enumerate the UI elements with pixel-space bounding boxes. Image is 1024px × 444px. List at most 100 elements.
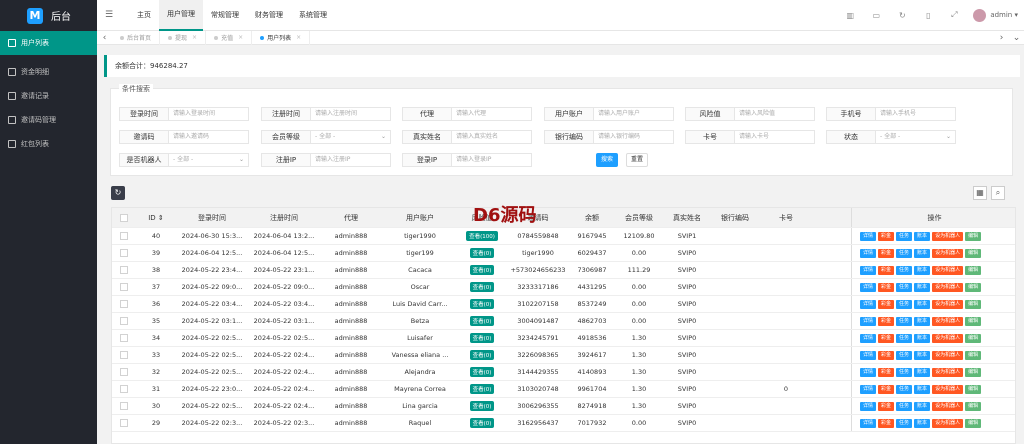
set-robot-button[interactable]: 设为机器人 [932,265,964,275]
column-header[interactable]: 真实姓名 [664,208,710,227]
task-button[interactable]: 任务 [896,384,913,394]
ledger-button[interactable]: 账本 [914,299,931,309]
detail-button[interactable]: 详情 [860,282,877,292]
search-select[interactable]: - 全部 - ⌄ [169,153,249,167]
risk-view-button[interactable]: 查看(0) [469,350,495,360]
menu-general[interactable]: 常规管理 [203,0,247,31]
menu-system[interactable]: 系统管理 [291,0,335,31]
bonus-button[interactable]: 彩金 [878,418,895,428]
edit-button[interactable]: 编辑 [965,265,982,275]
risk-view-button[interactable]: 查看(0) [469,367,495,377]
detail-button[interactable]: 详情 [860,299,877,309]
row-checkbox[interactable] [120,232,128,240]
sidebar-item-fund-details[interactable]: 资金明细 [0,60,97,84]
edit-button[interactable]: 编辑 [965,350,982,360]
ledger-button[interactable]: 账本 [914,248,931,258]
detail-button[interactable]: 详情 [860,333,877,343]
ledger-button[interactable]: 账本 [914,350,931,360]
chart-icon[interactable]: ▥ [837,11,863,20]
search-button[interactable]: 搜索 [596,153,618,167]
tab-recharge[interactable]: 充值 × [206,30,253,45]
task-button[interactable]: 任务 [896,401,913,411]
detail-button[interactable]: 详情 [860,418,877,428]
edit-button[interactable]: 编辑 [965,248,982,258]
edit-button[interactable]: 编辑 [965,316,982,326]
search-input[interactable]: 请输入邀请码 [169,130,249,144]
tabs-menu-icon[interactable]: ⌄ [1009,33,1024,43]
set-robot-button[interactable]: 设为机器人 [932,231,964,241]
search-input[interactable]: 请输入注册IP [311,153,391,167]
task-button[interactable]: 任务 [896,316,913,326]
refresh-icon[interactable]: ↻ [889,11,915,20]
task-button[interactable]: 任务 [896,282,913,292]
search-select[interactable]: - 全部 - ⌄ [311,130,391,144]
ledger-button[interactable]: 账本 [914,316,931,326]
edit-button[interactable]: 编辑 [965,299,982,309]
edit-button[interactable]: 编辑 [965,231,982,241]
set-robot-button[interactable]: 设为机器人 [932,350,964,360]
search-input[interactable]: 请输入登录时间 [169,107,249,121]
set-robot-button[interactable]: 设为机器人 [932,248,964,258]
task-button[interactable]: 任务 [896,231,913,241]
set-robot-button[interactable]: 设为机器人 [932,282,964,292]
set-robot-button[interactable]: 设为机器人 [932,418,964,428]
task-button[interactable]: 任务 [896,350,913,360]
ledger-button[interactable]: 账本 [914,282,931,292]
tab-home[interactable]: 后台首页 [112,30,161,45]
task-button[interactable]: 任务 [896,265,913,275]
columns-icon[interactable]: ▦ [973,186,987,200]
set-robot-button[interactable]: 设为机器人 [932,316,964,326]
risk-view-button[interactable]: 查看(0) [469,333,495,343]
ledger-button[interactable]: 账本 [914,265,931,275]
search-input[interactable]: 请输入用户账户 [594,107,674,121]
edit-button[interactable]: 编辑 [965,418,982,428]
risk-view-button[interactable]: 查看(0) [469,384,495,394]
bonus-button[interactable]: 彩金 [878,333,895,343]
column-header[interactable]: 卡号 [760,208,812,227]
reset-button[interactable]: 重置 [626,153,648,167]
risk-view-button[interactable]: 查看(0) [469,401,495,411]
risk-view-button[interactable]: 查看(0) [469,316,495,326]
bonus-button[interactable]: 彩金 [878,282,895,292]
row-checkbox[interactable] [120,266,128,274]
search-input[interactable]: 请输入风险值 [735,107,815,121]
row-checkbox[interactable] [120,283,128,291]
ledger-button[interactable]: 账本 [914,367,931,377]
risk-view-button[interactable]: 查看(0) [469,418,495,428]
menu-finance[interactable]: 财务管理 [247,0,291,31]
risk-view-button[interactable]: 查看(0) [469,299,495,309]
ledger-button[interactable]: 账本 [914,401,931,411]
ledger-button[interactable]: 账本 [914,418,931,428]
row-checkbox[interactable] [120,334,128,342]
edit-button[interactable]: 编辑 [965,401,982,411]
risk-view-button[interactable]: 查看(0) [469,248,495,258]
set-robot-button[interactable]: 设为机器人 [932,401,964,411]
task-button[interactable]: 任务 [896,333,913,343]
set-robot-button[interactable]: 设为机器人 [932,367,964,377]
search-select[interactable]: - 全部 - ⌄ [876,130,956,144]
fullscreen-icon[interactable]: ⤢ [941,10,967,20]
search-input[interactable]: 请输入代理 [452,107,532,121]
bonus-button[interactable]: 彩金 [878,231,895,241]
sidebar-item-user-list[interactable]: 用户列表 [0,31,97,55]
row-checkbox[interactable] [120,249,128,257]
edit-button[interactable]: 编辑 [965,282,982,292]
bonus-button[interactable]: 彩金 [878,401,895,411]
search-input[interactable]: 请输入卡号 [735,130,815,144]
detail-button[interactable]: 详情 [860,401,877,411]
tabs-right-icon[interactable]: › [994,33,1009,43]
column-header[interactable]: 代理 [320,208,382,227]
column-header[interactable]: 银行编码 [710,208,760,227]
risk-view-button[interactable]: 查看(0) [469,282,495,292]
task-button[interactable]: 任务 [896,299,913,309]
row-checkbox[interactable] [120,300,128,308]
search-icon[interactable]: ⌕ [991,186,1005,200]
set-robot-button[interactable]: 设为机器人 [932,333,964,343]
screen-icon[interactable]: ▭ [863,11,889,20]
menu-user-management[interactable]: 用户管理 [159,0,203,31]
bonus-button[interactable]: 彩金 [878,316,895,326]
row-checkbox[interactable] [120,385,128,393]
row-checkbox[interactable] [120,351,128,359]
user-name[interactable]: admin ▾ [990,11,1018,19]
task-button[interactable]: 任务 [896,418,913,428]
